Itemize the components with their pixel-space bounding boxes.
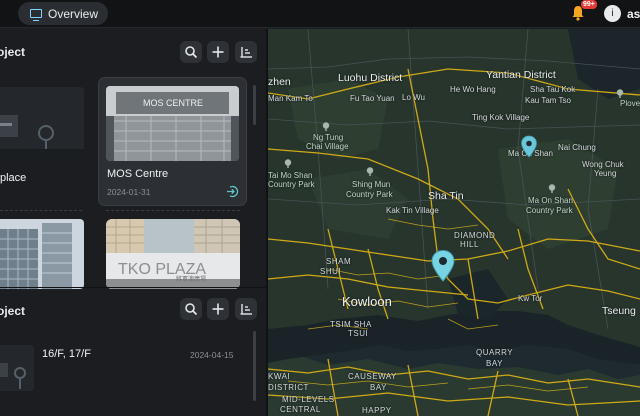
top-bar: Overview 99+ i asl xyxy=(0,0,640,28)
project-thumbnail: MOS CENTRE xyxy=(106,86,239,161)
map-label: SHAM xyxy=(326,257,352,266)
map-label: CENTRAL xyxy=(280,405,321,414)
list-item-date: 2024-04-15 xyxy=(190,350,234,360)
map-label: DISTRICT xyxy=(268,383,309,392)
map-label: KWAI xyxy=(268,372,291,381)
map-label: QUARRY xyxy=(476,348,514,357)
subprojects-section-title: oject xyxy=(0,304,26,318)
map-view[interactable]: zhen Luohu District Yantian District Fu … xyxy=(268,29,640,416)
map-label: Yantian District xyxy=(486,69,556,81)
map-label: Tai Mo Shan xyxy=(268,171,313,180)
map-label: SHUI xyxy=(320,267,342,276)
map-label: Country Park xyxy=(268,180,315,189)
card-divider xyxy=(0,210,82,211)
tab-overview-label: Overview xyxy=(48,6,99,21)
search-icon xyxy=(185,46,198,59)
map-label: Nai Chung xyxy=(558,143,596,152)
map-label: Country Park xyxy=(346,190,393,199)
plus-icon xyxy=(212,46,224,58)
avatar[interactable]: i xyxy=(604,5,621,22)
section-divider xyxy=(0,287,266,288)
project-card-tko-plaza[interactable]: TKO PLAZA 將軍澳廣場 xyxy=(106,219,240,289)
project-card[interactable]: place xyxy=(0,84,86,204)
search-button[interactable] xyxy=(180,41,202,63)
project-card-title: place xyxy=(0,172,27,184)
map-label: TSIM SHA xyxy=(330,320,372,329)
project-card[interactable] xyxy=(0,219,86,289)
map-label: BAY xyxy=(486,359,503,368)
park-icon xyxy=(322,122,330,131)
project-card-date: 2024-01-31 xyxy=(107,187,151,197)
map-label: MID-LEVELS xyxy=(282,395,335,404)
map-label: Ting Kok Village xyxy=(472,113,530,122)
map-label: Lo Wu xyxy=(402,93,425,102)
left-panel: oject place MOS CENTRE MOS Centre 2024-0… xyxy=(0,29,266,416)
card-divider xyxy=(106,210,240,211)
projects-scrollbar[interactable] xyxy=(253,85,256,125)
map-label: Kw Tor xyxy=(518,294,543,303)
username[interactable]: asl xyxy=(627,7,640,21)
add-button[interactable] xyxy=(207,41,229,63)
sort-icon xyxy=(240,47,252,58)
search-button[interactable] xyxy=(180,298,202,320)
map-label: Tseung xyxy=(602,305,636,317)
map-label: Wong Chuk xyxy=(582,160,624,169)
map-label: Kak Tin Village xyxy=(386,206,439,215)
map-label: Ng Tung xyxy=(313,133,344,142)
map-label: Chai Village xyxy=(306,142,349,151)
list-item-title: 16/F, 17/F xyxy=(42,348,91,360)
notification-badge: 99+ xyxy=(581,0,597,9)
list-item-thumbnail xyxy=(0,345,34,391)
map-label: DIAMOND xyxy=(454,231,496,240)
map-label: TSUI xyxy=(348,329,369,338)
add-button[interactable] xyxy=(207,298,229,320)
map-label: CAUSEWAY xyxy=(348,372,397,381)
park-icon xyxy=(616,89,624,98)
project-thumbnail: TKO PLAZA 將軍澳廣場 xyxy=(106,219,240,289)
search-icon xyxy=(185,303,198,316)
map-label: Kowloon xyxy=(342,294,392,309)
map-label: Sha Tin xyxy=(428,190,464,202)
map-label: He Wo Hang xyxy=(450,85,496,94)
map-label: HILL xyxy=(460,240,479,249)
park-icon xyxy=(284,159,292,168)
project-thumbnail xyxy=(0,219,84,289)
building-sign-cn-text: 將軍澳廣場 xyxy=(176,275,206,283)
location-pin-icon[interactable] xyxy=(430,249,456,283)
location-pin-icon[interactable] xyxy=(520,135,538,159)
map-label: Yeung xyxy=(594,169,617,178)
list-item[interactable]: 16/F, 17/F 2024-04-15 xyxy=(0,339,248,397)
park-icon xyxy=(366,167,374,176)
project-thumbnail xyxy=(0,87,84,161)
sort-button[interactable] xyxy=(235,298,257,320)
monitor-icon xyxy=(30,9,42,21)
plus-icon xyxy=(212,303,224,315)
park-icon xyxy=(548,184,556,193)
map-label: Sha Tau Kok xyxy=(530,85,576,94)
map-label: Plove xyxy=(620,99,640,108)
projects-section-title: oject xyxy=(0,45,26,59)
map-label: Fu Tao Yuan xyxy=(350,94,395,103)
building-sign-text: MOS CENTRE xyxy=(143,98,203,108)
map-label: HAPPY xyxy=(362,406,392,415)
map-label: Man Kam To xyxy=(268,94,313,103)
map-label: BAY xyxy=(370,383,387,392)
map-label: zhen xyxy=(268,76,291,88)
project-card-mos-centre[interactable]: MOS CENTRE MOS Centre 2024-01-31 xyxy=(99,78,246,205)
project-card-title: MOS Centre xyxy=(107,168,169,180)
map-label: Shing Mun xyxy=(352,180,391,189)
tab-overview[interactable]: Overview xyxy=(18,2,108,25)
enter-icon[interactable] xyxy=(226,185,239,198)
map-label: Luohu District xyxy=(338,72,403,84)
map-label: Ma On Shan xyxy=(528,196,573,205)
map-label: Country Park xyxy=(526,206,573,215)
map-label: Kau Tam Tso xyxy=(525,96,571,105)
sort-button[interactable] xyxy=(235,41,257,63)
sort-icon xyxy=(240,304,252,315)
subprojects-scrollbar[interactable] xyxy=(253,331,256,401)
